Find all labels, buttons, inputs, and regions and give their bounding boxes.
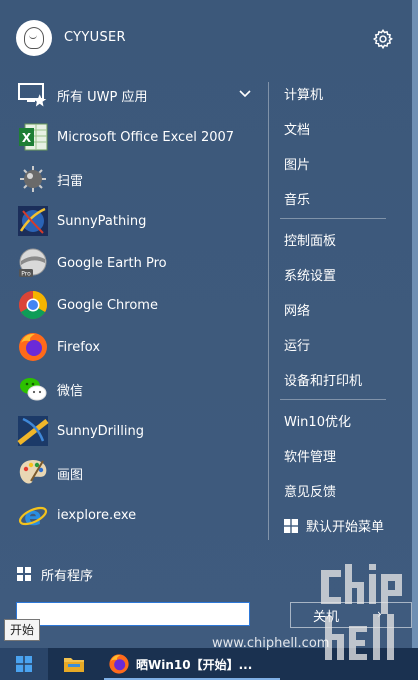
minesweeper-icon (20, 166, 46, 192)
svg-text:e: e (24, 502, 42, 531)
taskbar-window-title: 晒Win10【开始】... (136, 657, 253, 672)
start-menu: CYYUSER 所有 UWP 应用 X Microsoft Office Exc… (0, 0, 412, 648)
link-devices-printers[interactable]: 设备和打印机 (284, 362, 394, 397)
list-item-wechat[interactable]: 微信 (0, 368, 266, 410)
list-item-label: 微信 (57, 383, 84, 399)
all-programs-icon (17, 567, 31, 581)
sunnypathing-icon (18, 206, 48, 236)
list-item-iexplore[interactable]: e iexplore.exe (0, 494, 266, 536)
settings-gear-icon[interactable] (372, 28, 394, 50)
firefox-icon (19, 333, 47, 361)
list-item-label: Firefox (57, 339, 101, 355)
svg-text:Pro: Pro (21, 271, 31, 278)
internet-explorer-icon: e (18, 502, 48, 531)
user-row[interactable]: CYYUSER (0, 18, 412, 62)
list-item-paint[interactable]: 画图 (0, 452, 266, 494)
desktop-background (412, 0, 418, 648)
places-list: 计算机 文档 图片 音乐 控制面板 系统设置 网络 运行 设备和打印机 Win1… (280, 76, 394, 543)
program-list: 所有 UWP 应用 X Microsoft Office Excel 2007 … (0, 74, 266, 536)
link-pictures[interactable]: 图片 (284, 146, 394, 181)
link-win10-optimize[interactable]: Win10优化 (284, 403, 394, 438)
firefox-icon (109, 654, 129, 674)
user-avatar[interactable] (16, 20, 52, 56)
list-item-label: SunnyPathing (57, 213, 147, 229)
list-item-sunnypathing[interactable]: SunnyPathing (0, 200, 266, 242)
paint-icon (19, 460, 47, 484)
list-item-label: 画图 (57, 467, 84, 483)
column-divider (268, 82, 269, 540)
list-item-label: Microsoft Office Excel 2007 (57, 129, 235, 145)
start-button[interactable] (0, 648, 48, 680)
username[interactable]: CYYUSER (64, 30, 126, 45)
all-programs-button[interactable]: 所有程序 (17, 564, 93, 584)
chiphell-watermark-logo (321, 564, 402, 660)
list-item-label: Google Chrome (57, 297, 158, 313)
list-item-label: 扫雷 (57, 173, 84, 189)
chevron-down-icon[interactable] (238, 87, 252, 101)
link-music[interactable]: 音乐 (284, 181, 394, 216)
separator (280, 218, 386, 219)
svg-text:X: X (22, 131, 32, 145)
file-explorer-button[interactable] (52, 648, 96, 680)
link-documents[interactable]: 文档 (284, 111, 394, 146)
windows-logo-icon (16, 656, 32, 672)
list-item-label: iexplore.exe (57, 507, 137, 523)
sunnydrilling-icon (17, 416, 49, 446)
list-item-sunnydrilling[interactable]: SunnyDrilling (0, 410, 266, 452)
list-item-minesweeper[interactable]: 扫雷 (0, 158, 266, 200)
list-item-excel[interactable]: X Microsoft Office Excel 2007 (0, 116, 266, 158)
list-item-chrome[interactable]: Google Chrome (0, 284, 266, 326)
link-feedback[interactable]: 意见反馈 (284, 473, 394, 508)
search-box[interactable] (16, 602, 250, 626)
separator (280, 399, 386, 400)
link-system-settings[interactable]: 系统设置 (284, 257, 394, 292)
all-programs-label: 所有程序 (41, 568, 94, 584)
list-item-label: SunnyDrilling (57, 423, 144, 439)
list-item-label: 所有 UWP 应用 (57, 89, 148, 105)
list-item-label: Google Earth Pro (57, 255, 167, 271)
list-item-firefox[interactable]: Firefox (0, 326, 266, 368)
wechat-icon (20, 378, 47, 401)
windows-logo-icon (284, 518, 298, 533)
list-item-google-earth[interactable]: Pro Google Earth Pro (0, 242, 266, 284)
folder-icon (64, 658, 84, 672)
link-network[interactable]: 网络 (284, 292, 394, 327)
link-software-manager[interactable]: 软件管理 (284, 438, 394, 473)
search-input[interactable] (17, 604, 249, 624)
taskbar-firefox-window[interactable]: 晒Win10【开始】... (104, 648, 284, 680)
link-label: 默认开始菜单 (306, 520, 385, 535)
start-tooltip: 开始 (4, 619, 41, 641)
link-default-start-menu[interactable]: 默认开始菜单 (284, 508, 394, 543)
chrome-icon (19, 291, 47, 319)
link-run[interactable]: 运行 (284, 327, 394, 362)
google-earth-icon: Pro (19, 248, 47, 278)
watermark-url: www.chiphell.com (212, 636, 330, 651)
link-computer[interactable]: 计算机 (284, 76, 394, 111)
uwp-apps-icon (18, 83, 47, 107)
link-control-panel[interactable]: 控制面板 (284, 222, 394, 257)
list-item-uwp-apps[interactable]: 所有 UWP 应用 (0, 74, 266, 116)
excel-icon: X (19, 123, 48, 151)
